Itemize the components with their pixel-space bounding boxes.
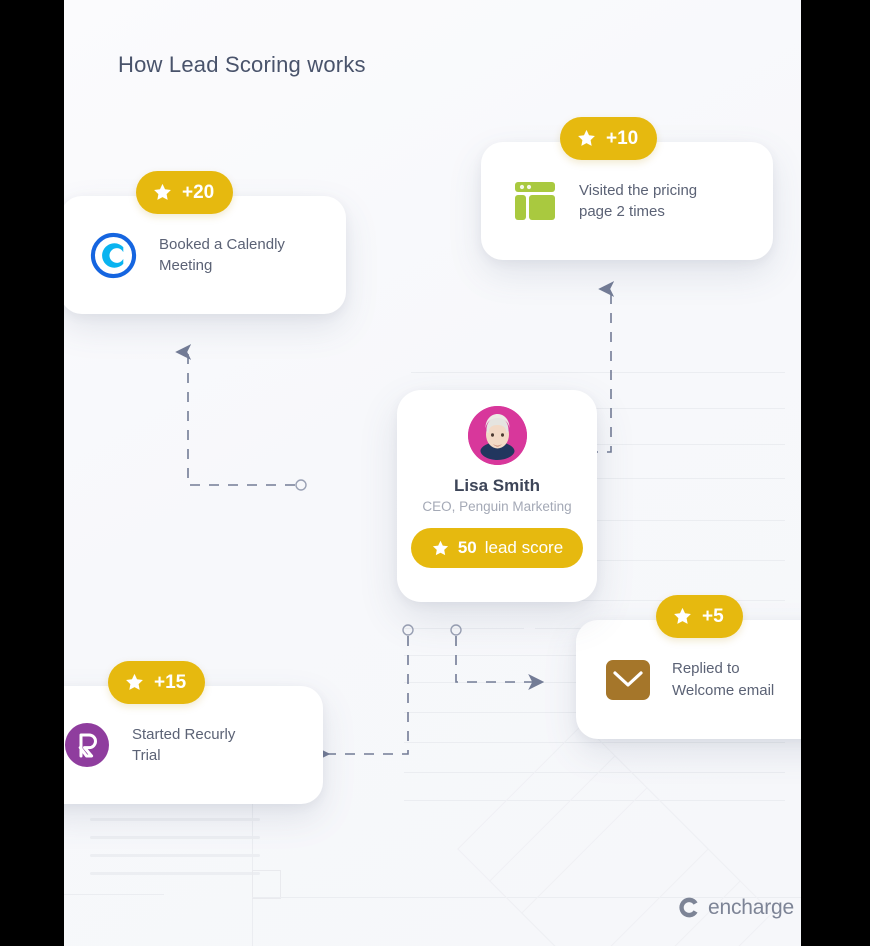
encharge-logo: encharge <box>677 895 794 920</box>
encharge-wordmark: encharge <box>708 895 794 919</box>
star-icon <box>578 129 595 146</box>
event-card-recurly[interactable]: Started Recurly Trial <box>64 686 323 804</box>
browser-window-icon <box>513 179 557 223</box>
event-label-pricing: Visited the pricing page 2 times <box>579 181 698 220</box>
star-icon <box>432 540 448 555</box>
lead-score-value: 50 <box>457 538 477 557</box>
badge-value-calendly: +20 <box>182 181 215 203</box>
lead-score-label: lead score <box>484 538 564 557</box>
badge-pricing: +10 <box>560 117 658 160</box>
badge-value-recurly: +15 <box>154 671 187 693</box>
calendly-logo-icon <box>90 232 137 279</box>
event-label-recurly: Started Recurly Trial <box>132 725 236 764</box>
screenshot-root: How Lead Scoring works +20 Booked a Cale… <box>0 0 870 946</box>
badge-value-pricing: +10 <box>606 127 639 149</box>
badge-value-email: +5 <box>702 605 724 627</box>
star-icon <box>674 607 691 624</box>
connector-to-recurly <box>314 624 414 762</box>
profile-name: Lisa Smith <box>454 476 540 495</box>
star-icon <box>126 673 143 690</box>
content-panel: How Lead Scoring works +20 Booked a Cale… <box>64 0 801 946</box>
star-icon <box>154 183 171 200</box>
connector-to-email <box>450 624 545 690</box>
event-label-calendly: Booked a Calendly Meeting <box>159 235 285 274</box>
badge-recurly: +15 <box>108 661 206 704</box>
connector-to-calendly <box>175 344 307 491</box>
encharge-circle-icon <box>679 897 698 918</box>
event-label-email: Replied to Welcome email <box>672 660 775 699</box>
lead-profile-card[interactable]: Lisa Smith CEO, Penguin Marketing 50 lea… <box>397 390 597 602</box>
badge-calendly: +20 <box>136 171 234 214</box>
profile-role: CEO, Penguin Marketing <box>422 499 572 514</box>
envelope-icon <box>606 659 650 700</box>
avatar <box>467 406 527 465</box>
lead-score-pill: 50 lead score <box>410 528 584 568</box>
badge-email: +5 <box>656 595 743 638</box>
recurly-logo-icon <box>65 723 109 767</box>
